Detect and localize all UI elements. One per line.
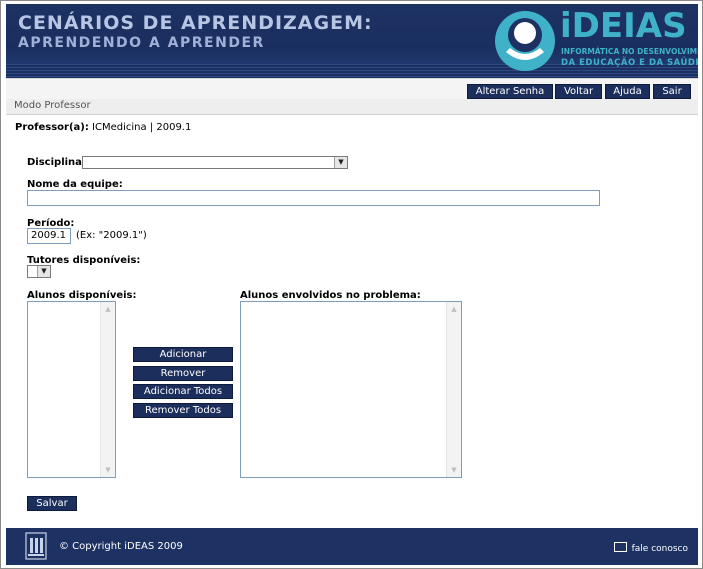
save-button[interactable]: Salvar (27, 496, 77, 511)
site-subtitle: APRENDENDO A APRENDER (18, 35, 265, 51)
logo-tagline-2: DA EDUCAÇÃO E DA SAÚDE (561, 58, 698, 68)
top-nav-bar: Alterar Senha Voltar Ajuda Sair (6, 78, 698, 100)
ideias-logo-icon (495, 11, 555, 71)
contact-label: fale conosco (631, 544, 688, 554)
involved-students-list[interactable]: ▲ ▼ (240, 301, 462, 478)
back-button[interactable]: Voltar (555, 84, 602, 99)
exit-button[interactable]: Sair (653, 84, 691, 99)
available-students-list[interactable]: ▲ ▼ (27, 301, 116, 478)
header-banner: CENÁRIOS DE APRENDIZAGEM: APRENDENDO A A… (6, 4, 698, 78)
mode-label: Modo Professor (14, 100, 91, 111)
ideias-logo: iDEIAS INFORMÁTICA NO DESENVOLVIMENTO DA… (492, 6, 698, 76)
chevron-down-icon: ▼ (37, 266, 50, 277)
team-name-input[interactable] (27, 190, 600, 206)
tutors-select[interactable]: ▼ (27, 265, 51, 278)
mode-bar: Modo Professor (6, 99, 698, 115)
chevron-down-icon: ▼ (334, 157, 347, 168)
site-title: CENÁRIOS DE APRENDIZAGEM: (18, 12, 373, 34)
involved-students-label: Alunos envolvidos no problema: (240, 290, 421, 301)
scroll-down-icon[interactable]: ▼ (447, 463, 461, 477)
university-emblem-icon (25, 532, 47, 560)
remove-all-button[interactable]: Remover Todos (133, 403, 233, 418)
scroll-down-icon[interactable]: ▼ (101, 463, 115, 477)
professor-info: Professor(a): ICMedicina | 2009.1 (15, 122, 191, 133)
remove-button[interactable]: Remover (133, 366, 233, 381)
period-input[interactable]: 2009.1 (27, 228, 71, 244)
involved-students-scrollbar[interactable]: ▲ ▼ (446, 302, 461, 477)
scroll-up-icon[interactable]: ▲ (101, 302, 115, 316)
scroll-up-icon[interactable]: ▲ (447, 302, 461, 316)
logo-tagline-1: INFORMÁTICA NO DESENVOLVIMENTO (561, 47, 698, 56)
discipline-label: Disciplina: (27, 157, 86, 168)
copyright-text: © Copyright iDEAS 2009 (59, 541, 183, 552)
change-password-button[interactable]: Alterar Senha (467, 84, 553, 99)
period-hint: (Ex: "2009.1") (76, 230, 147, 241)
footer: © Copyright iDEAS 2009 fale conosco (6, 528, 698, 565)
team-name-label: Nome da equipe: (27, 179, 123, 190)
add-button[interactable]: Adicionar (133, 347, 233, 362)
help-button[interactable]: Ajuda (605, 84, 650, 99)
available-students-scrollbar[interactable]: ▲ ▼ (100, 302, 115, 477)
professor-value: ICMedicina | 2009.1 (92, 122, 192, 133)
contact-link[interactable]: fale conosco (613, 541, 688, 554)
professor-label: Professor(a): (15, 122, 89, 133)
available-students-label: Alunos disponíveis: (27, 290, 137, 301)
add-all-button[interactable]: Adicionar Todos (133, 384, 233, 399)
mail-icon (613, 542, 627, 552)
discipline-select[interactable]: ▼ (82, 156, 348, 169)
logo-wordmark: iDEIAS (560, 6, 687, 46)
